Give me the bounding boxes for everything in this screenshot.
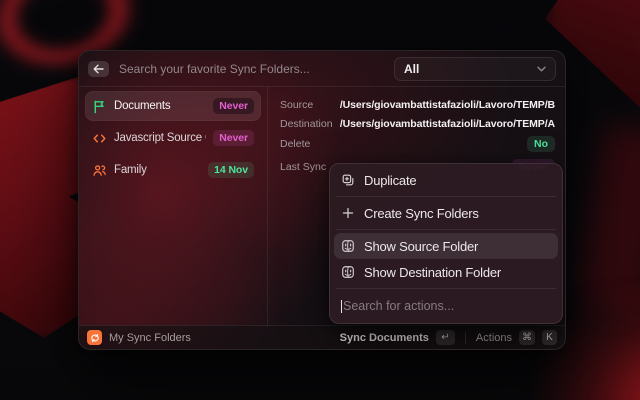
filter-dropdown[interactable]: All xyxy=(394,57,556,81)
primary-action-label[interactable]: Sync Documents xyxy=(340,332,429,344)
list-item-badge: Never xyxy=(213,130,254,146)
menu-item-label: Show Destination Folder xyxy=(364,265,501,280)
menu-item-label: Duplicate xyxy=(364,173,416,188)
footer-bar: My Sync Folders Sync Documents ↵ Actions… xyxy=(79,325,565,349)
launcher-window: All Documents Never xyxy=(78,50,566,350)
menu-divider xyxy=(336,229,556,230)
menu-item-create-sync-folders[interactable]: Create Sync Folders xyxy=(334,200,558,226)
app-name: My Sync Folders xyxy=(109,332,191,344)
list-item-label: Javascript Source C... xyxy=(114,132,206,144)
list-item-documents[interactable]: Documents Never xyxy=(85,91,261,121)
flag-icon xyxy=(92,99,107,114)
detail-label: Source xyxy=(280,99,313,111)
actions-search[interactable] xyxy=(334,292,558,320)
detail-row-destination: Destination /Users/giovambattistafazioli… xyxy=(280,116,555,132)
wallpaper-shape xyxy=(578,124,640,313)
list-item-javascript-source[interactable]: Javascript Source C... Never xyxy=(85,123,261,153)
detail-label: Last Sync xyxy=(280,161,326,173)
actions-menu: Duplicate Create Sync Folders Show Sourc… xyxy=(329,163,563,324)
list-item-label: Family xyxy=(114,164,201,176)
plus-icon xyxy=(341,206,355,220)
chevron-down-icon xyxy=(537,66,546,72)
list-item-badge: Never xyxy=(213,98,254,114)
detail-label: Destination xyxy=(280,118,333,130)
delete-status-tag: No xyxy=(527,136,555,152)
people-icon xyxy=(92,163,107,178)
detail-label: Delete xyxy=(280,138,310,150)
menu-divider xyxy=(336,288,556,289)
back-arrow-icon xyxy=(93,64,104,74)
finder-icon xyxy=(341,265,355,279)
menu-item-label: Create Sync Folders xyxy=(364,206,479,221)
k-key[interactable]: K xyxy=(542,330,557,345)
search-input[interactable] xyxy=(119,62,384,76)
sync-app-icon xyxy=(87,330,102,345)
sync-folders-list: Documents Never Javascript Source C... N… xyxy=(79,87,267,327)
back-button[interactable] xyxy=(88,61,109,77)
desktop: All Documents Never xyxy=(0,0,640,400)
footer-divider xyxy=(465,332,466,344)
list-item-family[interactable]: Family 14 Nov xyxy=(85,155,261,185)
detail-row-source: Source /Users/giovambattistafazioli/Lavo… xyxy=(280,97,555,113)
return-key[interactable]: ↵ xyxy=(436,330,455,345)
detail-row-delete: Delete No xyxy=(280,135,555,153)
filter-dropdown-value: All xyxy=(404,62,419,76)
menu-divider xyxy=(336,196,556,197)
duplicate-icon xyxy=(341,173,355,187)
actions-search-input[interactable] xyxy=(343,299,551,313)
command-key[interactable]: ⌘ xyxy=(519,330,535,345)
code-icon xyxy=(92,131,107,146)
text-cursor xyxy=(341,300,342,313)
finder-icon xyxy=(341,239,355,253)
menu-item-label: Show Source Folder xyxy=(364,239,478,254)
list-item-badge: 14 Nov xyxy=(208,162,254,178)
menu-item-duplicate[interactable]: Duplicate xyxy=(334,167,558,193)
detail-value: /Users/giovambattistafazioli/Lavoro/TEMP… xyxy=(340,118,555,130)
detail-value: /Users/giovambattistafazioli/Lavoro/TEMP… xyxy=(340,99,555,111)
list-item-label: Documents xyxy=(114,100,206,112)
menu-item-show-source-folder[interactable]: Show Source Folder xyxy=(334,233,558,259)
menu-item-show-destination-folder[interactable]: Show Destination Folder xyxy=(334,259,558,285)
top-bar: All xyxy=(79,51,565,87)
actions-button-label[interactable]: Actions xyxy=(476,332,512,344)
